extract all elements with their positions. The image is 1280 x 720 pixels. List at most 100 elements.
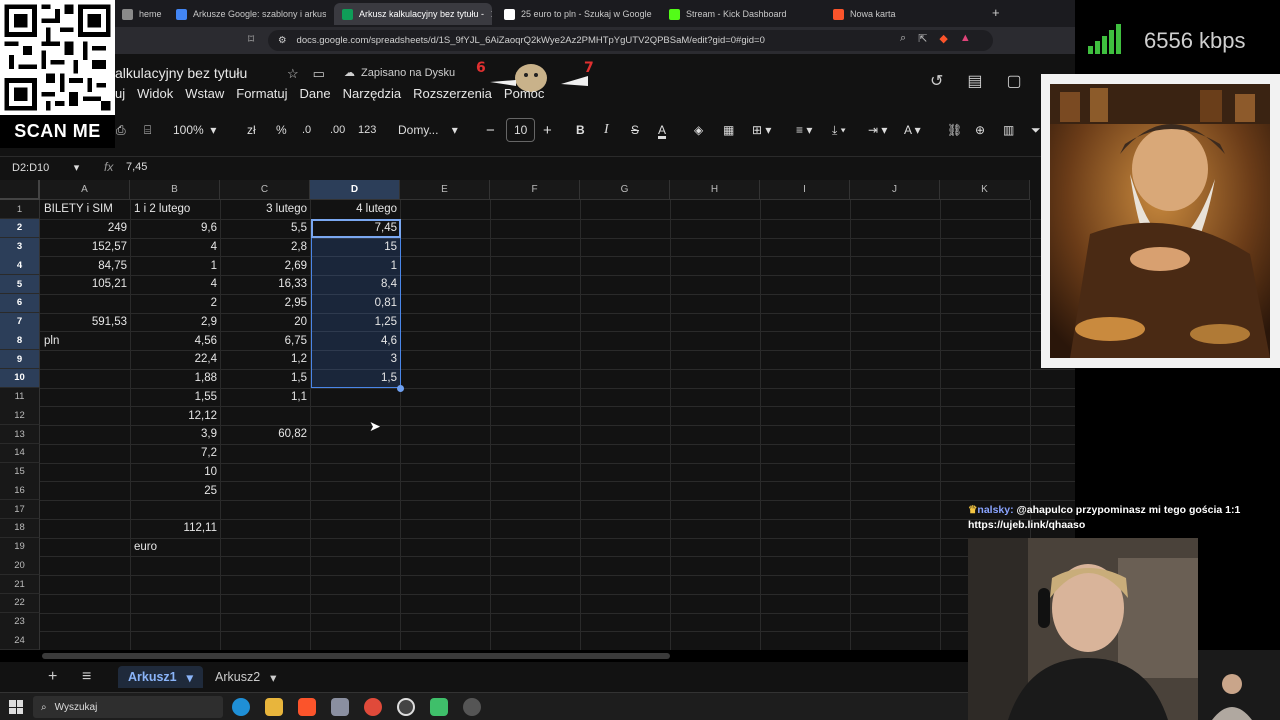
obs-icon[interactable] [397,698,415,716]
fill-color-icon[interactable]: ◈ [694,118,703,142]
select-all-corner[interactable] [0,180,40,200]
column-header[interactable]: B [130,180,220,200]
chevron-down-icon[interactable]: ▾ [187,670,193,685]
font-size-decrease-button[interactable]: − [486,118,495,142]
windows-start-icon[interactable] [9,700,23,714]
row-header[interactable]: 19 [0,537,40,557]
menu-item[interactable]: uj [115,86,125,101]
column-header[interactable]: G [580,180,670,200]
name-box[interactable]: D2:D10 ▾ [12,161,79,174]
star-icon[interactable]: ☆ [287,66,299,82]
bold-button[interactable]: B [576,118,585,142]
row-header[interactable]: 11 [0,387,40,407]
new-tab-button[interactable]: + [992,5,1000,20]
paint-format-icon[interactable]: ⌸ [144,118,151,142]
cell-C5[interactable]: 16,33 [221,275,310,294]
filter-icon[interactable]: ⏷ [1031,118,1041,142]
browser-tab[interactable]: Nowa karta [825,3,985,25]
text-color-button[interactable]: A [658,118,666,142]
row-header[interactable]: 24 [0,631,40,650]
increase-decimal-button[interactable]: .00 [330,118,345,142]
move-folder-icon[interactable]: ▭ [313,66,325,82]
zoom-icon[interactable]: ⌕ [900,32,906,45]
cell-B4[interactable]: 1 [131,256,220,275]
column-header[interactable]: F [490,180,580,200]
currency-button[interactable]: zł [247,118,256,142]
formula-input[interactable]: 7,45 [126,161,147,173]
cell-C11[interactable]: 1,1 [221,388,310,407]
chevron-down-icon[interactable]: ▾ [270,670,276,685]
close-tab-icon[interactable]: ✕ [490,8,492,21]
cell-B14[interactable]: 7,2 [131,444,220,463]
column-header[interactable]: D [310,180,400,200]
menu-item[interactable]: Pomoc [504,86,544,101]
menu-item[interactable]: Widok [137,86,173,101]
cell-B9[interactable]: 22,4 [131,350,220,369]
all-sheets-button[interactable]: ≡ [82,668,91,686]
brave-icon[interactable] [298,698,316,716]
browser-tab[interactable]: 25 euro to pln - Szukaj w Google [496,3,656,25]
cell-C3[interactable]: 2,8 [221,238,310,257]
address-bar[interactable]: ⚙ docs.google.com/spreadsheets/d/1S_9fYJ… [268,30,993,51]
chrome-icon[interactable] [364,698,382,716]
row-header[interactable]: 21 [0,575,40,594]
percent-button[interactable]: % [276,118,287,142]
row-header[interactable]: 17 [0,500,40,519]
browser-tab[interactable]: Arkusz kalkulacyjny bez tytułu - ✕ [334,3,492,25]
cell-D6[interactable]: 0,81 [311,294,400,313]
cell-C9[interactable]: 1,2 [221,350,310,369]
font-size-increase-button[interactable]: + [543,118,552,142]
save-status[interactable]: ☁ Zapisano na Dysku [344,66,455,80]
cell-A4[interactable]: 84,75 [41,256,130,275]
add-sheet-button[interactable]: + [48,668,57,686]
cell-B2[interactable]: 9,6 [131,219,220,238]
cell-D2[interactable]: 7,45 [311,219,400,238]
bookmark-icon[interactable]: ⌑ [248,32,254,46]
sheet-tab[interactable]: Arkusz2 ▾ [205,666,286,688]
cell-A2[interactable]: 249 [41,219,130,238]
cell-C6[interactable]: 2,95 [221,294,310,313]
brave-shield-icon[interactable]: ◆ [939,32,947,45]
cell-D8[interactable]: 4,6 [311,331,400,350]
merge-cells-icon[interactable]: ⊞ ▾ [752,118,771,142]
cell-D7[interactable]: 1,25 [311,313,400,332]
brave-rewards-icon[interactable]: ▲ [960,32,971,45]
row-header[interactable]: 6 [0,293,40,313]
cell-C4[interactable]: 2,69 [221,256,310,275]
text-rotation-icon[interactable]: A ▾ [904,118,921,142]
row-header[interactable]: 2 [0,218,40,238]
more-formats-button[interactable]: 123 [358,118,376,142]
cell-B3[interactable]: 4 [131,238,220,257]
streaming-app-icon[interactable] [430,698,448,716]
row-header[interactable]: 15 [0,462,40,482]
cell-B10[interactable]: 1,88 [131,369,220,388]
comment-icon[interactable]: ⊕ [975,118,985,142]
horizontal-scrollbar[interactable] [42,653,670,659]
cell-B5[interactable]: 4 [131,275,220,294]
site-settings-icon[interactable]: ⚙ [278,35,287,46]
link-icon[interactable]: ⛓ [947,118,962,142]
browser-tab[interactable]: Arkusze Google: szablony i arkusze k [168,3,326,25]
row-header[interactable]: 9 [0,350,40,369]
text-wrap-icon[interactable]: ⇥ ▾ [868,118,887,142]
spreadsheet-grid[interactable]: A B C D E F G H I J K 1 2 3 4 5 6 7 8 9 10 11 12 13 14 15 16 17 18 19… [0,180,1075,650]
align-horizontal-icon[interactable]: ≡ ▾ [796,118,812,142]
file-explorer-icon[interactable] [265,698,283,716]
meet-icon[interactable]: ▢ [1007,71,1022,91]
row-header[interactable]: 13 [0,425,40,444]
history-icon[interactable]: ↺ [930,71,943,91]
borders-icon[interactable]: ▦ [723,118,734,142]
row-header[interactable]: 1 [0,200,40,219]
cell-C2[interactable]: 5,5 [221,219,310,238]
cell-D3[interactable]: 15 [311,238,400,257]
cell-D9[interactable]: 3 [311,350,400,369]
row-header[interactable]: 18 [0,518,40,538]
menu-item[interactable]: Formatuj [236,86,287,101]
cell-B12[interactable]: 12,12 [131,406,220,425]
chat-link[interactable]: https://ujeb.link/qhaaso [968,518,1268,533]
settings-icon[interactable] [463,698,481,716]
browser-tab[interactable]: Stream - Kick Dashboard [661,3,821,25]
row-header[interactable]: 7 [0,312,40,332]
cell-B1[interactable]: 1 i 2 lutego [131,200,220,219]
row-header[interactable]: 4 [0,256,40,276]
